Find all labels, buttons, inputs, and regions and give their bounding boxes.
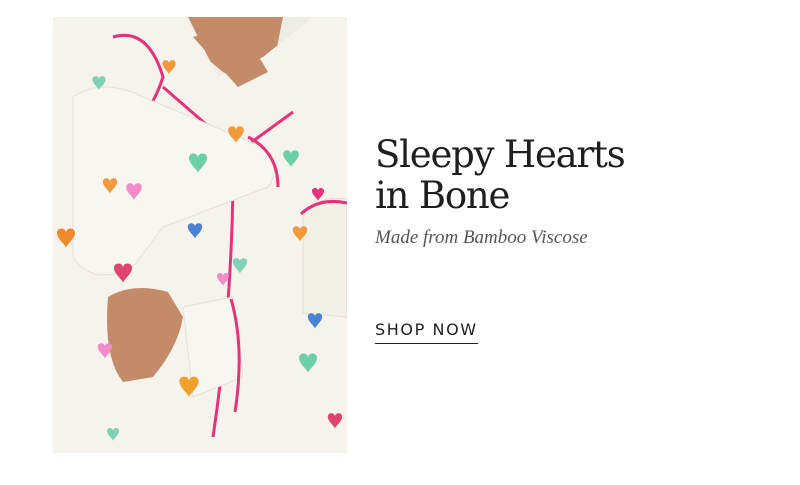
product-photo[interactable]	[53, 17, 347, 453]
product-headline: Sleepy Hearts in Bone	[375, 134, 775, 216]
product-subline: Made from Bamboo Viscose	[375, 227, 588, 248]
pajama-illustration	[53, 17, 347, 453]
headline-line-1: Sleepy Hearts	[375, 133, 626, 176]
shop-now-link[interactable]: SHOP NOW	[375, 320, 478, 344]
headline-line-2: in Bone	[375, 174, 510, 217]
hero-copy: Sleepy Hearts in Bone Made from Bamboo V…	[375, 134, 775, 249]
